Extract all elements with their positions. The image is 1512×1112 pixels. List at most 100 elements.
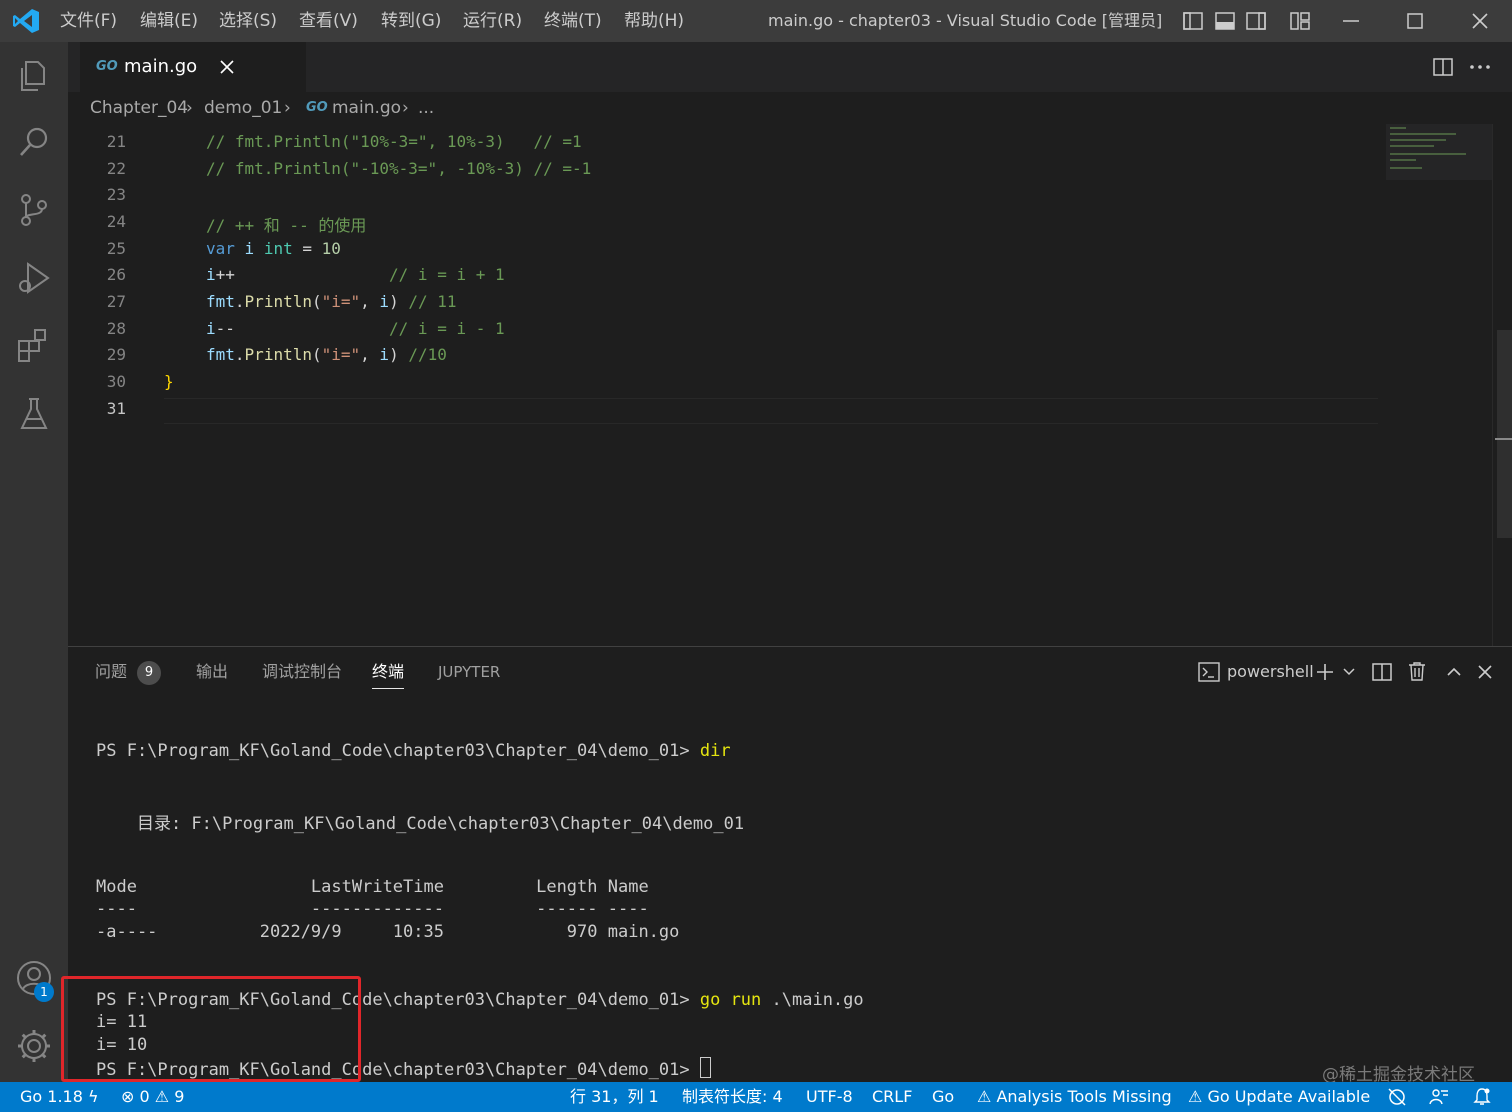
editor-tabs-bar: GO main.go [68,42,1512,92]
run-debug-icon[interactable] [14,258,54,298]
go-file-icon: GO [306,100,328,115]
go-update-label: Go Update Available [1207,1087,1371,1106]
notifications-bell-icon[interactable] [1472,1087,1492,1107]
warning-icon: ⚠ [154,1087,170,1106]
line-number: 25 [106,239,126,258]
manage-gear-icon[interactable] [14,1026,54,1066]
line-number: 21 [106,132,126,151]
current-line-highlight [164,398,1378,424]
window-title: main.go - chapter03 - Visual Studio Code… [768,11,1163,30]
code-line-24: // ++ 和 -- 的使用 [206,216,367,235]
breadcrumb-chevron-icon: › [186,98,193,118]
status-encoding[interactable]: UTF-8 [806,1082,853,1112]
menu-edit[interactable]: 编辑(E) [140,0,198,42]
breadcrumb-chevron-icon: › [402,98,409,118]
menu-run[interactable]: 运行(R) [463,0,522,42]
status-language[interactable]: Go [932,1082,954,1112]
breadcrumb-main-go[interactable]: main.go [332,92,401,124]
shell-name-label[interactable]: powershell [1227,647,1314,697]
close-panel-icon[interactable] [1476,663,1494,681]
tab-jupyter[interactable]: JUPYTER [438,647,500,697]
terminal-prompt: PS F:\Program_KF\Goland_Code\chapter03\C… [96,741,700,761]
tab-output[interactable]: 输出 [196,647,228,697]
problems-count-badge: 9 [137,660,162,685]
feedback-icon[interactable] [1428,1087,1450,1107]
editor-scrollbar[interactable] [1492,124,1512,646]
breadcrumb-chapter04[interactable]: Chapter_04 [90,92,188,124]
terminal-command: dir [699,741,731,761]
status-go-version[interactable]: Go 1.18 ϟ [20,1082,99,1112]
close-tab-icon[interactable] [218,58,236,76]
menu-selection[interactable]: 选择(S) [219,0,277,42]
tab-debug-console[interactable]: 调试控制台 [262,647,342,697]
line-number: 26 [106,265,126,284]
status-tab-size[interactable]: 制表符长度: 4 [682,1082,783,1112]
warning-count: 9 [174,1087,185,1106]
line-number: 30 [106,372,126,391]
testing-icon[interactable] [14,394,54,434]
close-window-icon[interactable] [1469,10,1491,32]
tab-main-go[interactable]: GO main.go [80,42,306,92]
line-number: 27 [106,292,126,311]
menu-help[interactable]: 帮助(H) [624,0,684,42]
analysis-tools-label: Analysis Tools Missing [996,1087,1172,1106]
breadcrumb-ellipsis[interactable]: ... [418,92,434,124]
activity-bar: 1 [0,42,68,1082]
accounts-badge: 1 [34,982,54,1002]
menu-go[interactable]: 转到(G) [381,0,441,42]
new-terminal-plus-icon[interactable] [1314,661,1336,683]
accounts-badge-count: 1 [40,985,48,999]
explorer-icon[interactable] [14,56,54,96]
source-control-icon[interactable] [14,190,54,230]
terminal-command-arg: .\main.go [761,990,864,1010]
tab-terminal[interactable]: 终端 [372,647,405,697]
toggle-secondary-sidebar-icon[interactable] [1245,10,1267,32]
scrollbar-thumb[interactable] [1497,330,1512,538]
line-number: 29 [106,345,126,364]
status-cursor-position[interactable]: 行 31，列 1 [570,1082,659,1112]
maximize-panel-chevron-up-icon[interactable] [1445,663,1463,681]
status-problems[interactable]: ⊗ 0 ⚠ 9 [121,1082,184,1112]
menu-view[interactable]: 查看(V) [299,0,358,42]
more-actions-icon[interactable] [1468,56,1492,78]
status-eol[interactable]: CRLF [872,1082,912,1112]
tab-problems[interactable]: 问题 9 [95,647,162,697]
no-live-share-icon[interactable] [1386,1087,1408,1107]
scrollbar-marker [1495,438,1512,440]
maximize-icon[interactable] [1404,10,1426,32]
error-count: 0 [139,1087,150,1106]
toggle-panel-icon[interactable] [1214,10,1236,32]
breadcrumb-demo01[interactable]: demo_01 [204,92,282,124]
split-editor-icon[interactable] [1432,56,1454,78]
line-number: 28 [106,319,126,338]
minimap[interactable] [1386,124,1492,182]
split-terminal-icon[interactable] [1371,661,1393,683]
code-line-26: i++ // i = i + 1 [206,265,505,284]
line-number: 22 [106,159,126,178]
line-number-current: 31 [106,399,126,418]
code-line-25: var i int = 10 [206,239,341,258]
tab-problems-label: 问题 [95,662,128,681]
menu-terminal[interactable]: 终端(T) [544,0,602,42]
terminal-cursor [699,1057,711,1078]
code-line-21: // fmt.Println("10%-3=", 10%-3) // =1 [206,132,582,151]
terminal-profile-chevron-down-icon[interactable] [1342,665,1356,679]
terminal-shell-icon [1198,662,1220,682]
extensions-icon[interactable] [14,326,54,366]
tab-label: main.go [124,56,198,77]
kill-terminal-trash-icon[interactable] [1406,660,1428,682]
terminal-table-row: -a---- 2022/9/9 10:35 970 main.go [96,922,680,942]
vscode-logo-icon[interactable] [12,8,40,34]
status-bar: Go 1.18 ϟ ⊗ 0 ⚠ 9 行 31，列 1 制表符长度: 4 UTF-… [0,1082,1512,1112]
error-icon: ⊗ [121,1087,135,1106]
toggle-primary-sidebar-icon[interactable] [1182,10,1204,32]
minimize-icon[interactable] [1340,10,1362,32]
customize-layout-icon[interactable] [1289,10,1311,32]
code-line-30: } [164,372,174,391]
status-analysis-tools[interactable]: ⚠ Analysis Tools Missing [977,1082,1172,1112]
search-icon[interactable] [14,122,54,162]
menu-file[interactable]: 文件(F) [60,0,117,42]
status-go-update[interactable]: ⚠ Go Update Available [1188,1082,1370,1112]
code-line-29: fmt.Println("i=", i) //10 [206,345,447,364]
code-editor[interactable]: 21 22 23 24 25 26 27 28 29 30 31 // fmt.… [68,124,1512,646]
